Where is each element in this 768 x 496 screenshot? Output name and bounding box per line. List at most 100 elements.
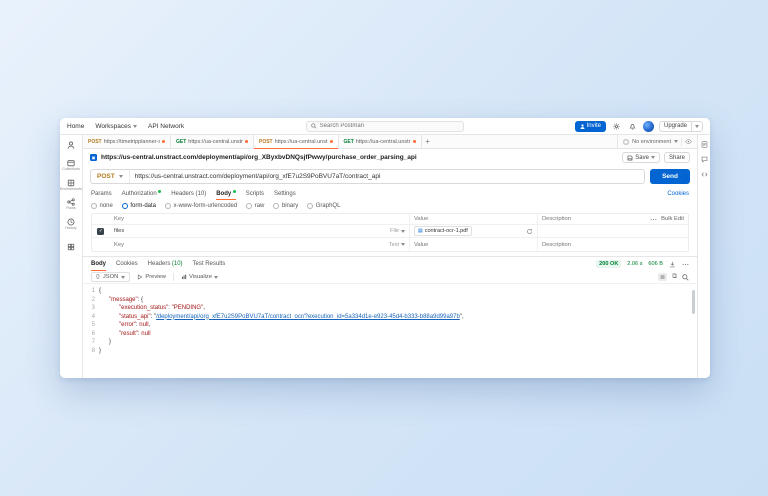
environment-selector[interactable]: No environment xyxy=(617,135,697,148)
tab-params[interactable]: Params xyxy=(91,187,112,200)
key-cell[interactable]: files File xyxy=(110,225,410,237)
key-cell[interactable]: Text xyxy=(110,238,410,251)
nav-api-network[interactable]: API Network xyxy=(148,123,184,130)
global-search[interactable] xyxy=(306,121,464,132)
notifications-bell-icon[interactable] xyxy=(627,121,638,132)
key-input[interactable] xyxy=(114,242,318,248)
form-data-table: Key Value Description Bulk Edit ✓ files xyxy=(91,213,689,252)
upgrade-button[interactable]: Upgrade xyxy=(659,121,703,132)
share-button[interactable]: Share xyxy=(664,152,690,163)
status-api-link[interactable]: /deployment/api/org_xfE7u2S9PoBVU7aT/con… xyxy=(156,314,460,320)
response-size: 606 B xyxy=(649,261,664,267)
visualize-toggle[interactable]: Visualize xyxy=(181,274,218,280)
send-button[interactable]: Send xyxy=(650,169,690,184)
visualize-icon xyxy=(181,274,187,280)
new-tab-button[interactable] xyxy=(422,135,434,148)
method-selector[interactable]: POST xyxy=(91,170,130,183)
sidebar-item-profile[interactable] xyxy=(60,139,82,151)
nav-workspaces-label: Workspaces xyxy=(95,123,131,130)
save-response-icon[interactable] xyxy=(669,261,676,268)
user-avatar[interactable] xyxy=(643,121,654,132)
comments-icon[interactable] xyxy=(701,156,708,163)
radio-raw[interactable]: raw xyxy=(246,203,264,209)
nav-home[interactable]: Home xyxy=(67,123,84,130)
environment-quick-look-eye-icon[interactable] xyxy=(685,139,692,144)
bulk-edit[interactable]: Bulk Edit xyxy=(650,216,684,222)
settings-gear-icon[interactable] xyxy=(611,121,622,132)
cookies-link[interactable]: Cookies xyxy=(667,191,689,197)
sidebar-item-label: History xyxy=(65,227,76,231)
grid-icon xyxy=(67,243,75,251)
preview-toggle[interactable]: Preview xyxy=(137,274,166,280)
response-tab-body[interactable]: Body xyxy=(91,257,106,271)
radio-form-data[interactable]: form-data xyxy=(122,203,156,209)
configured-dot xyxy=(158,190,161,193)
request-tab-1[interactable]: POST https://timetripplanner-sg xyxy=(83,135,171,148)
wrap-text-icon[interactable]: ≣ xyxy=(658,273,667,281)
radio-x-www-form-urlencoded[interactable]: x-www-form-urlencoded xyxy=(165,203,237,209)
sidebar-item-environments[interactable]: Environments xyxy=(60,176,82,195)
chevron-down-icon[interactable] xyxy=(692,125,702,128)
response-body-toolbar: {} JSON Preview Visualize xyxy=(83,271,697,284)
invite-button[interactable]: Invite xyxy=(575,121,606,132)
chevron-down-icon xyxy=(119,175,123,178)
radio-binary[interactable]: binary xyxy=(273,203,298,209)
chevron-down-icon[interactable] xyxy=(651,156,655,159)
sidebar-item-flows[interactable]: Flows xyxy=(60,195,82,214)
file-actions-icon[interactable] xyxy=(526,228,533,235)
documentation-icon[interactable] xyxy=(701,141,708,148)
tab-scripts[interactable]: Scripts xyxy=(246,187,264,200)
code-line: 2"message": { xyxy=(83,296,697,305)
radio-graphql[interactable]: GraphQL xyxy=(307,203,340,209)
response-json-viewer[interactable]: 1{ 2"message": { 3"execution_status": "P… xyxy=(83,284,697,378)
code-line: 5"error": null, xyxy=(83,321,697,330)
code-snippet-icon[interactable] xyxy=(701,171,708,178)
braces-icon: {} xyxy=(96,274,100,280)
tab-authorization[interactable]: Authorization xyxy=(122,187,162,200)
type-dropdown[interactable]: File xyxy=(390,228,405,234)
nav-workspaces[interactable]: Workspaces xyxy=(95,123,137,130)
request-tab-2[interactable]: GET https://ua-central.unstr xyxy=(171,135,254,148)
invite-label: Invite xyxy=(587,123,601,129)
url-input[interactable] xyxy=(130,173,644,180)
file-chip[interactable]: ▤ contract-ocr-1.pdf xyxy=(414,226,472,236)
postman-window: Home Workspaces API Network Invite Upgra… xyxy=(60,118,710,378)
bulk-edit-label: Bulk Edit xyxy=(661,216,684,222)
code-line: 1{ xyxy=(83,287,697,296)
search-input[interactable] xyxy=(320,123,459,129)
chevron-down-icon xyxy=(214,276,218,279)
description-input[interactable] xyxy=(542,242,641,248)
request-config-tabs: Params Authorization Headers (10) Body S… xyxy=(83,187,697,200)
vertical-scrollbar[interactable] xyxy=(692,290,695,314)
save-button[interactable]: Save xyxy=(622,152,660,163)
request-tab-3-active[interactable]: POST https://ua-central.unst xyxy=(254,135,339,148)
request-tab-4[interactable]: GET https://ua-central.unstr xyxy=(339,135,422,148)
description-cell[interactable] xyxy=(538,238,688,251)
type-dropdown[interactable]: Text xyxy=(389,242,405,248)
description-cell[interactable] xyxy=(538,225,688,237)
format-label: JSON xyxy=(103,274,118,280)
copy-icon[interactable]: ⧉ xyxy=(672,273,677,281)
response-tab-headers[interactable]: Headers (10) xyxy=(148,257,183,271)
radio-none[interactable]: none xyxy=(91,203,113,209)
value-input[interactable] xyxy=(414,242,497,248)
search-in-body-icon[interactable] xyxy=(682,274,689,281)
tab-settings[interactable]: Settings xyxy=(274,187,296,200)
sidebar-item-history[interactable]: History xyxy=(60,215,82,234)
environment-label: No environment xyxy=(632,139,671,145)
response-tab-test-results[interactable]: Test Results xyxy=(193,257,226,271)
code-line: 3"execution_status": "PENDING", xyxy=(83,304,697,313)
more-actions-icon[interactable] xyxy=(682,263,689,266)
tab-body[interactable]: Body xyxy=(216,187,236,200)
response-tab-cookies[interactable]: Cookies xyxy=(116,257,138,271)
checkbox-checked-icon: ✓ xyxy=(97,228,104,235)
row-checkbox[interactable]: ✓ xyxy=(92,228,110,235)
value-cell[interactable] xyxy=(410,238,538,251)
tab-headers[interactable]: Headers (10) xyxy=(171,187,206,200)
format-selector[interactable]: {} JSON xyxy=(91,272,130,282)
response-panel: Body Cookies Headers (10) Test Results 2… xyxy=(83,256,697,378)
sidebar-item-collections[interactable]: Collections xyxy=(60,156,82,175)
sidebar-item-more[interactable] xyxy=(60,240,82,254)
value-cell[interactable]: ▤ contract-ocr-1.pdf xyxy=(410,225,538,237)
clock-icon xyxy=(67,218,75,226)
